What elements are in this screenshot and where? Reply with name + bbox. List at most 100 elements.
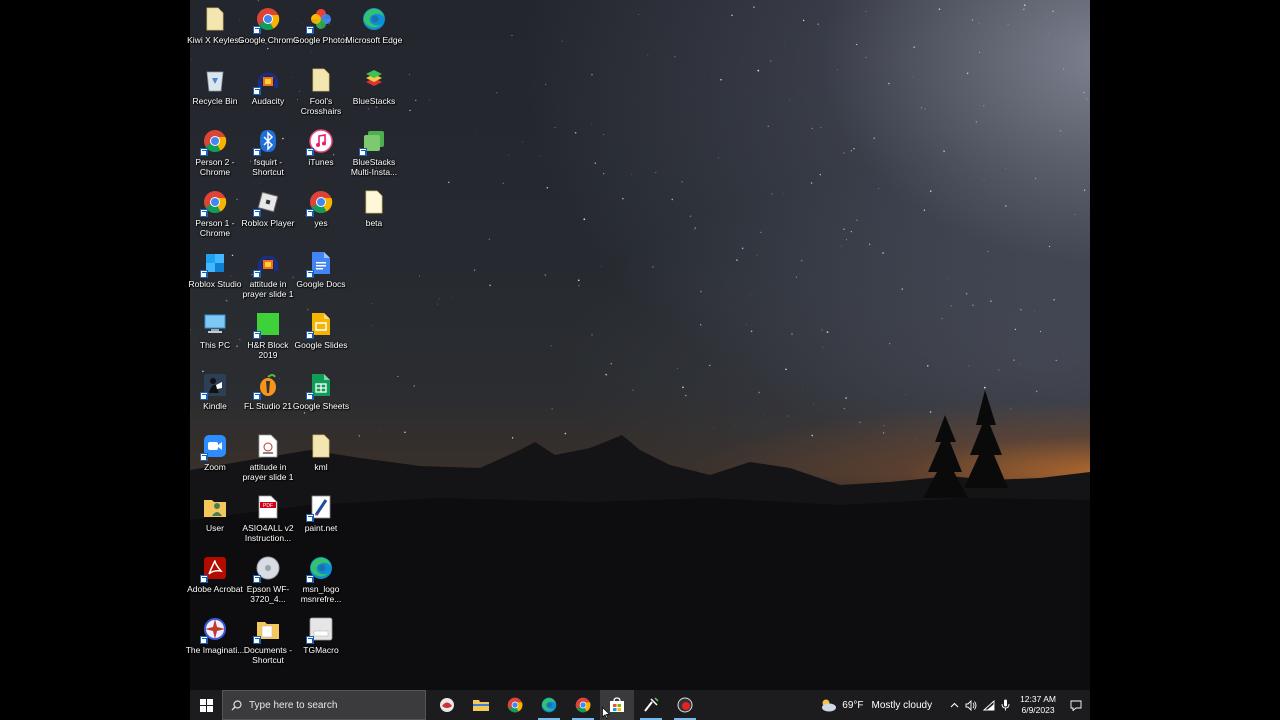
taskbar-app-edge[interactable] [532, 690, 566, 720]
show-hidden-icons-button[interactable] [946, 702, 963, 708]
desktop-icon-fsquirt[interactable]: fsquirt - Shortcut [239, 124, 297, 182]
desktop-icon-label: BlueStacks Multi-Insta... [350, 157, 398, 177]
desktop-icon-kindle[interactable]: Kindle [186, 368, 244, 426]
shortcut-arrow-icon [306, 392, 314, 400]
desktop-icon-gsheets[interactable]: Google Sheets [292, 368, 350, 426]
mp3-file-icon [255, 433, 281, 459]
desktop-icon-audacity[interactable]: Audacity [239, 63, 297, 121]
desktop-icon-itunes[interactable]: iTunes [292, 124, 350, 182]
bluestacks-icon [361, 67, 387, 93]
network-button[interactable] [980, 699, 997, 711]
shortcut-arrow-icon [253, 575, 261, 583]
shortcut-arrow-icon [253, 87, 261, 95]
folder-icon [308, 433, 334, 459]
shortcut-arrow-icon [306, 270, 314, 278]
shortcut-arrow-icon [306, 514, 314, 522]
desktop-icon-yes[interactable]: yes [292, 185, 350, 243]
pdf-icon: PDF [255, 494, 281, 520]
desktop-icon-chrome[interactable]: Google Chrome [238, 2, 298, 60]
desktop-icon-zoom[interactable]: Zoom [186, 429, 244, 487]
roblox-icon [253, 189, 281, 217]
bluestacks-multi-icon [359, 128, 387, 156]
store-icon [609, 697, 625, 713]
shortcut-arrow-icon [306, 575, 314, 583]
edge-icon [306, 555, 334, 583]
desktop-icon-thispc[interactable]: This PC [186, 307, 244, 365]
taskbar-app-tool[interactable] [634, 690, 668, 720]
shortcut-arrow-icon [306, 331, 314, 339]
notification-center-button[interactable] [1062, 690, 1090, 720]
shortcut-arrow-icon [253, 270, 261, 278]
search-icon [231, 699, 242, 710]
desktop-icon-paintnet[interactable]: paint.net [292, 490, 350, 548]
chevron-up-icon [950, 702, 959, 708]
taskbar-search-box[interactable]: Type here to search [222, 690, 426, 720]
itunes-icon [306, 128, 334, 156]
google-docs-icon [306, 250, 334, 278]
taskbar-app-avatar[interactable] [430, 690, 464, 720]
edge-icon [541, 697, 557, 713]
google-slides-icon [306, 311, 334, 339]
clock[interactable]: 12:37 AM 6/9/2023 [1020, 694, 1056, 716]
tool-icon [643, 697, 659, 713]
shortcut-arrow-icon [200, 209, 208, 217]
desktop-icon-label: BlueStacks [352, 96, 396, 106]
shortcut-arrow-icon [200, 392, 208, 400]
desktop-icon-kml[interactable]: kml [292, 429, 350, 487]
clock-date: 6/9/2023 [1021, 705, 1055, 715]
bluetooth-icon [253, 128, 281, 156]
desktop-icon-asio[interactable]: PDF ASIO4ALL v2 Instruction... [239, 490, 297, 548]
acrobat-icon [200, 555, 228, 583]
desktop-icon-tgmacro[interactable]: TGMacro [292, 612, 350, 670]
shortcut-arrow-icon [253, 209, 261, 217]
taskbar-app-chrome-profile[interactable] [566, 690, 600, 720]
desktop-icon-robloxplayer[interactable]: Roblox Player [239, 185, 297, 243]
desktop-icon-gslides[interactable]: Google Slides [292, 307, 350, 365]
desktop-icon-user[interactable]: User [186, 490, 244, 548]
taskbar-app-recorder[interactable] [668, 690, 702, 720]
desktop-icon-person1[interactable]: Person 1 - Chrome [186, 185, 244, 243]
cloud-icon [822, 699, 837, 712]
desktop-icon-gphotos[interactable]: Google Photos [292, 2, 350, 60]
audacity-icon [253, 250, 281, 278]
shortcut-arrow-icon [253, 26, 261, 34]
desktop-icon-recycle[interactable]: Recycle Bin [186, 63, 244, 121]
desktop-icon-acrobat[interactable]: Adobe Acrobat [186, 551, 244, 609]
desktop-icon-bsmulti[interactable]: BlueStacks Multi-Insta... [345, 124, 403, 182]
shortcut-arrow-icon [253, 636, 261, 644]
desktop-icon-epson[interactable]: Epson WF-3720_4... [239, 551, 297, 609]
shortcut-arrow-icon [306, 26, 314, 34]
desktop-icon-beta[interactable]: beta [345, 185, 403, 243]
desktop-icon-gdocs[interactable]: Google Docs [292, 246, 350, 304]
desktop-icon-msnlogo[interactable]: msn_logo msnrefre... [292, 551, 350, 609]
desktop-icon-label: TGMacro [303, 645, 339, 655]
edge-icon [361, 6, 387, 32]
notification-icon [1070, 700, 1082, 711]
roblox-studio-icon [200, 250, 228, 278]
desktop-icon-person2[interactable]: Person 2 - Chrome [186, 124, 244, 182]
desktop-icon-robloxstudio[interactable]: Roblox Studio [186, 246, 244, 304]
desktop-icon-flstudio[interactable]: FL Studio 21 [239, 368, 297, 426]
desktop-icon-label: Google Slides [294, 340, 348, 350]
weather-widget[interactable]: 69°F Mostly cloudy [819, 698, 932, 712]
desktop-icon-fools[interactable]: Fool's Crosshairs [292, 63, 350, 121]
chrome-icon [507, 697, 523, 713]
desktop-icon-attitude1[interactable]: attitude in prayer slide 1 [239, 246, 297, 304]
desktop-icon-attitude2[interactable]: attitude in prayer slide 1 [239, 429, 297, 487]
microphone-icon [1001, 699, 1010, 711]
desktop-icon-hrblock[interactable]: H&R Block 2019 [239, 307, 297, 365]
desktop-icon-kiwi[interactable]: Kiwi X Keyless [186, 2, 244, 60]
microphone-button[interactable] [997, 699, 1014, 711]
desktop-icon-imaginati[interactable]: The Imaginati... [186, 612, 244, 670]
folder-icon [308, 67, 334, 93]
taskbar-app-chrome[interactable] [498, 690, 532, 720]
desktop-icon-bluestacks[interactable]: BlueStacks [345, 63, 403, 121]
start-button[interactable] [190, 690, 222, 720]
desktop-icon-documents[interactable]: Documents - Shortcut [239, 612, 297, 670]
taskbar-app-file-explorer[interactable] [464, 690, 498, 720]
volume-button[interactable] [963, 699, 980, 711]
folder-icon [202, 6, 228, 32]
desktop-icon-edge[interactable]: Microsoft Edge [345, 2, 403, 60]
chrome-icon [200, 128, 228, 156]
shortcut-arrow-icon [253, 392, 261, 400]
